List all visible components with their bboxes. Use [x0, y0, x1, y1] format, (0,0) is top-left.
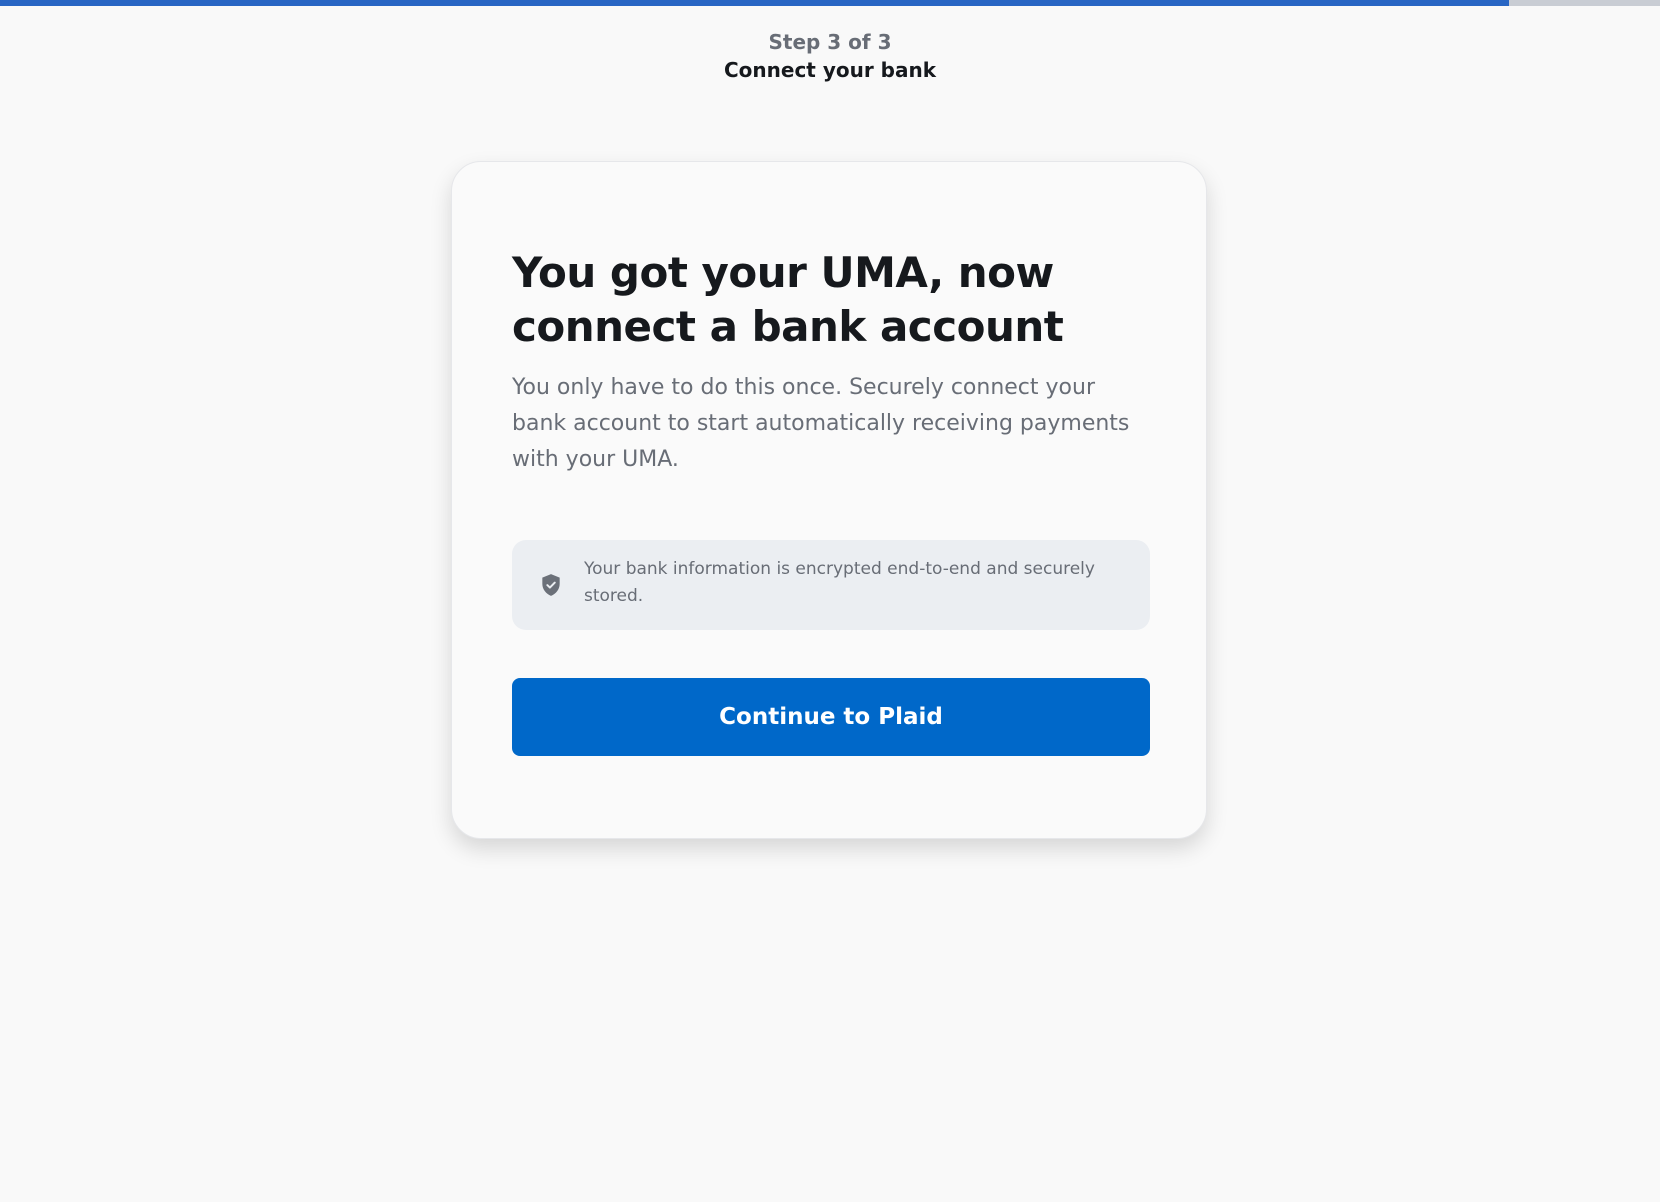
security-notice: Your bank information is encrypted end-t… [512, 540, 1150, 630]
progress-bar-fill [0, 0, 1509, 6]
continue-to-plaid-button[interactable]: Continue to Plaid [512, 678, 1150, 756]
connect-bank-card: You got your UMA, now connect a bank acc… [451, 161, 1207, 839]
card-title: You got your UMA, now connect a bank acc… [512, 248, 1064, 351]
shield-check-icon [538, 572, 564, 598]
step-header: Step 3 of 3 Connect your bank [0, 29, 1660, 85]
step-title: Connect your bank [723, 58, 937, 82]
progress-bar [0, 0, 1660, 6]
card-description: You only have to do this once. Securely … [512, 375, 1130, 472]
step-indicator: Step 3 of 3 [768, 30, 892, 54]
security-notice-text: Your bank information is encrypted end-t… [584, 559, 1095, 606]
